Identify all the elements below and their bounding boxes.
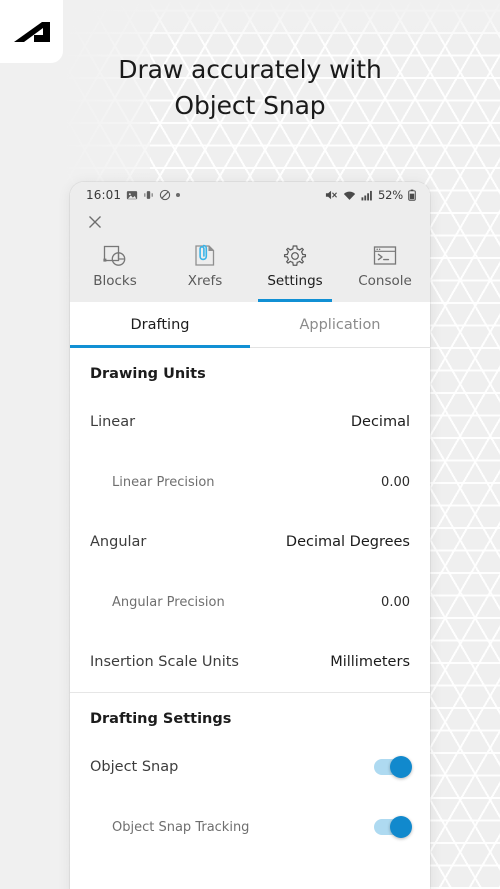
tab-drafting[interactable]: Drafting (70, 302, 250, 348)
sub-tab-bar: Drafting Application (70, 302, 430, 348)
row-linear-label: Linear (90, 414, 136, 430)
main-tab-bar: Blocks Xrefs Settings Console (70, 238, 430, 302)
row-object-snap[interactable]: Object Snap (70, 737, 430, 797)
row-angular[interactable]: Angular Decimal Degrees (70, 512, 430, 572)
dialog-header (70, 208, 430, 238)
tab-xrefs-label: Xrefs (187, 273, 223, 289)
tab-settings[interactable]: Settings (250, 238, 340, 302)
row-angular-label: Angular (90, 534, 147, 550)
settings-list: Drawing Units Linear Decimal Linear Prec… (70, 348, 430, 889)
row-object-snap-tracking-label: Object Snap Tracking (112, 819, 250, 835)
row-insertion-scale-units-label: Insertion Scale Units (90, 654, 239, 670)
row-angular-precision[interactable]: Angular Precision 0.00 (70, 572, 430, 632)
row-linear-precision[interactable]: Linear Precision 0.00 (70, 452, 430, 512)
row-insertion-scale-units[interactable]: Insertion Scale Units Millimeters (70, 632, 430, 692)
tab-blocks[interactable]: Blocks (70, 238, 160, 302)
row-object-snap-label: Object Snap (90, 759, 179, 775)
background-top-fade (0, 0, 500, 40)
vibrate-icon (143, 189, 154, 201)
row-angular-value: Decimal Degrees (285, 534, 410, 550)
tab-application[interactable]: Application (250, 302, 430, 347)
phone-mockup: 16:01 52% Blocks Xrefs Settings Console … (70, 182, 430, 889)
tab-drafting-active-indicator (70, 345, 250, 348)
row-angular-precision-label: Angular Precision (112, 594, 225, 610)
section-drafting-settings-title: Drafting Settings (90, 711, 232, 727)
close-icon (88, 214, 102, 233)
battery-percent-label: 52% (378, 188, 403, 202)
volume-mute-icon (325, 189, 338, 201)
status-bar-left: 16:01 (86, 188, 181, 202)
tab-application-label: Application (299, 316, 381, 333)
row-linear-value: Decimal (350, 414, 410, 430)
page-title-line-1: Draw accurately with (118, 55, 382, 84)
battery-icon (408, 189, 416, 201)
tab-settings-label: Settings (267, 273, 323, 289)
autodesk-logo-icon (12, 18, 52, 46)
section-drafting-settings: Drafting Settings Object Snap Object Sna… (70, 692, 430, 857)
page-title-line-2: Object Snap (174, 91, 326, 120)
status-bar-right: 52% (325, 188, 416, 202)
gear-icon (282, 243, 308, 269)
object-snap-toggle[interactable] (374, 756, 412, 778)
tab-drafting-label: Drafting (130, 316, 190, 333)
console-icon (372, 243, 398, 269)
wifi-icon (343, 190, 356, 201)
row-object-snap-tracking[interactable]: Object Snap Tracking (70, 797, 430, 857)
row-linear-precision-value: 0.00 (381, 474, 410, 490)
tab-console-label: Console (358, 273, 412, 289)
object-snap-tracking-toggle[interactable] (374, 816, 412, 838)
status-bar-clock: 16:01 (86, 188, 122, 202)
section-drawing-units-title: Drawing Units (90, 366, 206, 382)
row-linear-precision-label: Linear Precision (112, 474, 215, 490)
blocks-icon (102, 243, 128, 269)
xrefs-icon (192, 243, 218, 269)
status-bar: 16:01 52% (70, 182, 430, 208)
tab-blocks-label: Blocks (93, 273, 137, 289)
do-not-disturb-icon (159, 189, 171, 201)
row-linear[interactable]: Linear Decimal (70, 392, 430, 452)
image-icon (126, 189, 138, 201)
brand-logo-card (0, 0, 63, 63)
tab-xrefs[interactable]: Xrefs (160, 238, 250, 302)
close-button[interactable] (84, 212, 106, 234)
object-snap-tracking-toggle-knob (390, 816, 412, 838)
page-root: Draw accurately with Object Snap 16:01 5… (0, 0, 500, 889)
section-drawing-units: Drawing Units Linear Decimal Linear Prec… (70, 348, 430, 692)
dot-icon (176, 193, 181, 197)
row-angular-precision-value: 0.00 (381, 594, 410, 610)
tab-console[interactable]: Console (340, 238, 430, 302)
cellular-signal-icon (361, 190, 373, 201)
object-snap-toggle-knob (390, 756, 412, 778)
row-insertion-scale-units-value: Millimeters (330, 654, 410, 670)
page-title: Draw accurately with Object Snap (0, 52, 500, 124)
